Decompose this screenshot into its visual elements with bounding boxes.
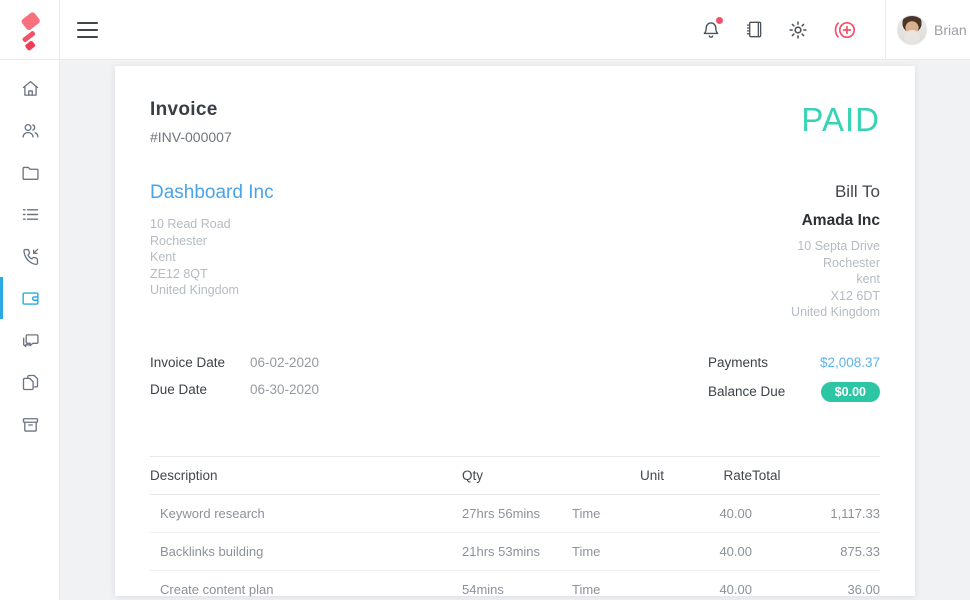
- sidebar-item-tasks[interactable]: [0, 193, 60, 235]
- sidebar-item-home[interactable]: [0, 67, 60, 109]
- invoice-status-stamp: PAID: [801, 101, 880, 139]
- sidebar-item-calls[interactable]: [0, 235, 60, 277]
- contacts-icon: [20, 120, 41, 141]
- invoice-card: Invoice #INV-000007 PAID Dashboard Inc 1…: [115, 66, 915, 596]
- totals-block: Payments $2,008.37 Balance Due $0.00: [708, 355, 880, 415]
- sender-address: 10 Read RoadRochesterKentZE12 8QTUnited …: [150, 216, 274, 299]
- folder-icon: [20, 162, 41, 183]
- contacts-book-icon[interactable]: [742, 17, 767, 42]
- cell-qty: 27hrs 56mins: [462, 495, 572, 533]
- balance-due-badge: $0.00: [821, 382, 880, 403]
- bill-to-block: Bill To Amada Inc 10 Septa DriveRocheste…: [791, 182, 880, 321]
- cell-qty: 21hrs 53mins: [462, 533, 572, 571]
- cell-description: Keyword research: [150, 495, 462, 533]
- menu-hamburger-icon[interactable]: [77, 22, 99, 38]
- sender-company-link[interactable]: Dashboard Inc: [150, 182, 274, 204]
- cell-total: 875.33: [752, 533, 880, 571]
- quick-add-icon[interactable]: [829, 16, 861, 44]
- sidebar-item-invoices[interactable]: [0, 277, 60, 319]
- address-line: 10 Septa Drive: [791, 238, 880, 255]
- address-line: Kent: [150, 249, 274, 266]
- cell-rate: 40.00: [664, 571, 752, 600]
- top-bar: Brian: [0, 0, 970, 60]
- table-header-row: DescriptionQtyUnitRateTotal: [150, 457, 880, 495]
- sidebar-item-archive[interactable]: [0, 403, 60, 445]
- cell-description: Backlinks building: [150, 533, 462, 571]
- bill-to-label: Bill To: [791, 182, 880, 202]
- topbar-actions: [698, 16, 861, 44]
- home-icon: [20, 78, 41, 99]
- table-row: Backlinks building 21hrs 53mins Time 40.…: [150, 533, 880, 571]
- address-line: 10 Read Road: [150, 216, 274, 233]
- due-date-value: 06-30-2020: [250, 382, 319, 397]
- cell-total: 1,117.33: [752, 495, 880, 533]
- archive-icon: [20, 414, 41, 435]
- documents-icon: [20, 372, 41, 393]
- sidebar-item-messages[interactable]: [0, 319, 60, 361]
- table-row: Keyword research 27hrs 56mins Time 40.00…: [150, 495, 880, 533]
- cell-unit: Time: [572, 495, 664, 533]
- dates-block: Invoice Date 06-02-2020 Due Date 06-30-2…: [150, 355, 319, 415]
- main-content: Invoice #INV-000007 PAID Dashboard Inc 1…: [60, 60, 970, 600]
- sidebar-item-contacts[interactable]: [0, 109, 60, 151]
- settings-gear-icon[interactable]: [785, 17, 811, 43]
- column-header: Total: [752, 457, 880, 495]
- notification-dot: [716, 17, 723, 24]
- address-line: United Kingdom: [791, 304, 880, 321]
- address-line: United Kingdom: [150, 282, 274, 299]
- user-profile[interactable]: Brian: [885, 0, 970, 60]
- cell-total: 36.00: [752, 571, 880, 600]
- cell-rate: 40.00: [664, 533, 752, 571]
- table-body: Keyword research 27hrs 56mins Time 40.00…: [150, 495, 880, 600]
- sender-block: Dashboard Inc 10 Read RoadRochesterKentZ…: [150, 182, 274, 321]
- notifications-bell-icon[interactable]: [698, 17, 724, 43]
- payments-label: Payments: [708, 355, 768, 370]
- invoice-title: Invoice: [150, 99, 232, 121]
- list-icon: [20, 204, 41, 225]
- address-line: Rochester: [150, 233, 274, 250]
- user-avatar: [897, 15, 927, 45]
- chat-icon: [20, 330, 41, 351]
- balance-due-label: Balance Due: [708, 384, 785, 399]
- address-line: kent: [791, 271, 880, 288]
- address-line: Rochester: [791, 255, 880, 272]
- invoice-date-value: 06-02-2020: [250, 355, 319, 370]
- sidebar-item-documents[interactable]: [0, 361, 60, 403]
- bill-to-address: 10 Septa DriveRochesterkentX12 6DTUnited…: [791, 238, 880, 321]
- payments-value: $2,008.37: [820, 355, 880, 370]
- user-name: Brian: [934, 22, 967, 38]
- table-row: Create content plan 54mins Time 40.00 36…: [150, 571, 880, 600]
- line-items-table: DescriptionQtyUnitRateTotal Keyword rese…: [150, 456, 880, 600]
- cell-unit: Time: [572, 533, 664, 571]
- sidebar-nav: [0, 60, 60, 600]
- invoice-number: #INV-000007: [150, 129, 232, 145]
- brand-logo-icon: [8, 8, 50, 50]
- phone-incoming-icon: [20, 246, 41, 267]
- column-header: Description: [150, 457, 462, 495]
- app-logo[interactable]: [0, 0, 60, 60]
- column-header: Qty: [462, 457, 572, 495]
- sidebar-item-projects[interactable]: [0, 151, 60, 193]
- column-header: Unit: [572, 457, 664, 495]
- column-header: Rate: [664, 457, 752, 495]
- due-date-label: Due Date: [150, 382, 250, 397]
- invoice-date-label: Invoice Date: [150, 355, 250, 370]
- wallet-icon: [20, 288, 41, 309]
- address-line: X12 6DT: [791, 288, 880, 305]
- address-line: ZE12 8QT: [150, 266, 274, 283]
- cell-unit: Time: [572, 571, 664, 600]
- bill-to-company: Amada Inc: [791, 212, 880, 230]
- cell-description: Create content plan: [150, 571, 462, 600]
- cell-rate: 40.00: [664, 495, 752, 533]
- cell-qty: 54mins: [462, 571, 572, 600]
